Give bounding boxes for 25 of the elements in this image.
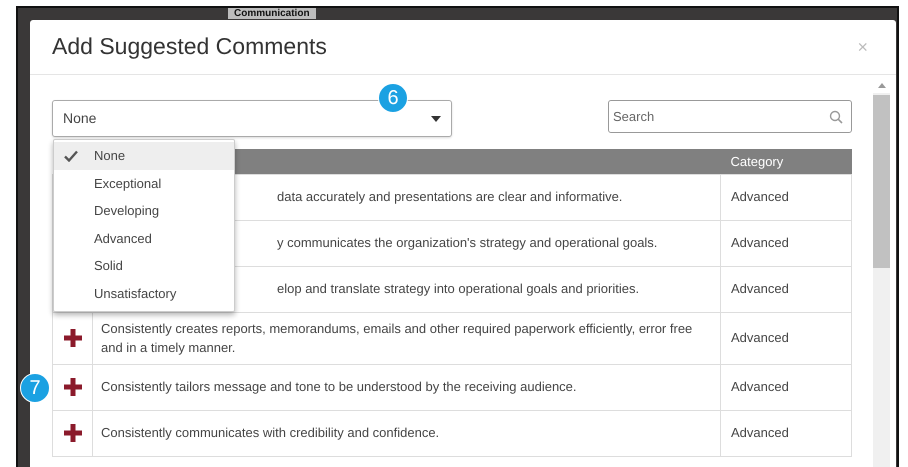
callout-badge: 6 [378,83,408,113]
search-field[interactable]: Search [608,100,852,133]
table-cell: Consistently tailors message and tone to be understood by the receiving audience. [92,364,720,410]
background-heading: Communication [228,8,316,19]
table-cell: Consistently communicates with credibility and confidence. [92,410,720,456]
caret-icon [431,116,441,122]
callout-badge: 7 [20,372,50,402]
table-cell: Advanced [720,266,852,312]
scroll-up-icon[interactable] [876,81,886,89]
menu-item[interactable]: None [54,142,234,170]
check-icon [64,150,78,162]
table-cell: Advanced [720,312,852,364]
table-cell: Advanced [720,220,852,266]
plus-icon[interactable] [64,329,82,347]
table-cell: Advanced [720,174,852,220]
table-cell: Advanced [720,364,852,410]
scrollbar-thumb[interactable] [873,95,890,268]
search-icon [829,110,843,124]
column-header: Category [720,149,852,174]
dialog-title: Add Suggested Comments [52,33,327,61]
plus-icon[interactable] [64,378,82,396]
table-cell: Advanced [720,410,852,456]
plus-icon[interactable] [64,424,82,442]
select-value: None [63,109,96,128]
scrollbar[interactable] [873,81,890,467]
